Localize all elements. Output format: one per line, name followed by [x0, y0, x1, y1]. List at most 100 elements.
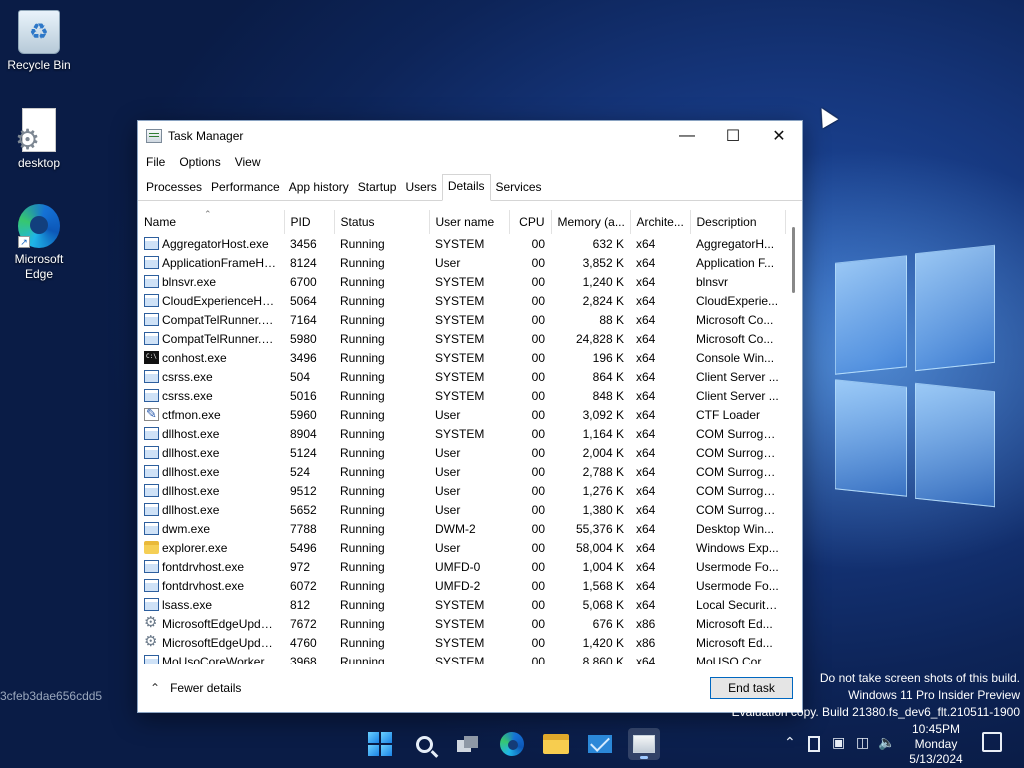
cell-memory: 2,824 K — [582, 293, 624, 308]
desktop-icon-edge[interactable]: ↗ Microsoft Edge — [1, 204, 77, 282]
menu-options[interactable]: Options — [174, 155, 225, 169]
tray-chevron-up-icon[interactable]: ⌃ — [784, 734, 796, 751]
notification-center-icon[interactable] — [982, 732, 1002, 752]
table-row[interactable]: dllhost.exe 5124 Running User 00 2,004 K x64 CO… — [138, 443, 785, 462]
column-header-pid[interactable]: PID — [284, 210, 335, 234]
table-row[interactable]: dllhost.exe 524 Running User 00 2,788 K x64 COM… — [138, 462, 785, 481]
title-bar[interactable]: Task Manager — ☐ ✕ — [138, 121, 802, 151]
table-row[interactable]: explorer.exe 5496 Running User 00 58,004 K x64… — [138, 538, 785, 557]
cell-pid: 5980 — [290, 331, 317, 346]
cell-user-name: SYSTEM — [435, 331, 485, 346]
cell-architecture: x64 — [636, 559, 656, 574]
column-header-architecture[interactable]: Archite... — [630, 210, 691, 234]
table-row[interactable]: ctfmon.exe 5960 Running User 00 3,092 K x64 CTF… — [138, 405, 785, 424]
table-row[interactable]: ApplicationFrameHo... 8124 Running User 00 3,… — [138, 253, 785, 272]
cell-description: blnsvr — [696, 274, 729, 289]
cell-status: Running — [340, 502, 385, 517]
column-header-status[interactable]: Status — [334, 210, 430, 234]
cell-status: Running — [340, 445, 385, 460]
tab-details[interactable]: Details — [441, 174, 491, 201]
desktop-icon-desktop-ini[interactable]: desktop — [1, 108, 77, 170]
tray-battery-icon[interactable] — [808, 736, 820, 752]
taskbar-explorer-button[interactable] — [540, 728, 572, 760]
cell-name: CloudExperienceHos... — [138, 291, 284, 310]
table-row[interactable]: csrss.exe 5016 Running SYSTEM 00 848 K x64 Clie… — [138, 386, 785, 405]
cell-description: Microsoft Ed... — [696, 635, 773, 650]
tray-network-icon[interactable]: ◫ — [856, 734, 869, 751]
table-row[interactable]: AggregatorHost.exe 3456 Running SYSTEM 00 632… — [138, 234, 785, 253]
table-row[interactable]: dwm.exe 7788 Running DWM-2 00 55,376 K x64 Desk… — [138, 519, 785, 538]
cell-architecture: x86 — [636, 635, 656, 650]
column-header-user-name[interactable]: User name — [429, 210, 510, 234]
menu-file[interactable]: File — [141, 155, 170, 169]
cell-user-name: SYSTEM — [435, 616, 485, 631]
taskbar-clock[interactable]: 10:45PM Monday 5/13/2024 — [900, 722, 972, 767]
table-row[interactable]: fontdrvhost.exe 972 Running UMFD-0 00 1,004 K… — [138, 557, 785, 576]
table-row[interactable]: MicrosoftEdgeUpdat... 4760 Running SYSTEM 00… — [138, 633, 785, 652]
table-row[interactable]: conhost.exe 3496 Running SYSTEM 00 196 K x64 Co… — [138, 348, 785, 367]
table-row[interactable]: csrss.exe 504 Running SYSTEM 00 864 K x64 Clien… — [138, 367, 785, 386]
column-header-memory[interactable]: Memory (a... — [551, 210, 631, 234]
cell-cpu: 00 — [531, 521, 545, 536]
taskbar-edge-button[interactable] — [496, 728, 528, 760]
table-row[interactable]: MicrosoftEdgeUpdat... 7672 Running SYSTEM 00… — [138, 614, 785, 633]
table-row[interactable]: lsass.exe 812 Running SYSTEM 00 5,068 K x64 Loc… — [138, 595, 785, 614]
search-button[interactable] — [408, 728, 440, 760]
fewer-details-link[interactable]: ⌃ Fewer details — [150, 681, 241, 695]
sort-ascending-icon: ⌃ — [204, 210, 212, 219]
cell-cpu: 00 — [531, 578, 545, 593]
cell-description: Client Server ... — [696, 369, 779, 384]
cell-pid: 972 — [290, 559, 311, 574]
taskbar-mail-button[interactable] — [584, 728, 616, 760]
table-row[interactable]: dllhost.exe 8904 Running SYSTEM 00 1,164 K x64… — [138, 424, 785, 443]
tray-camera-icon[interactable]: ▣ — [832, 734, 845, 751]
process-name: lsass.exe — [162, 597, 213, 612]
process-app-icon — [144, 521, 159, 535]
menu-view[interactable]: View — [230, 155, 266, 169]
taskbar-task-manager-button[interactable] — [628, 728, 660, 760]
column-header-cpu[interactable]: CPU — [509, 210, 552, 234]
cell-name: fontdrvhost.exe — [138, 576, 284, 595]
minimize-button[interactable]: — — [664, 121, 710, 151]
cell-memory: 5,068 K — [582, 597, 624, 612]
cell-name: MicrosoftEdgeUpdat... — [138, 633, 284, 652]
process-gear-icon — [144, 614, 159, 631]
tab-processes[interactable]: Processes — [142, 175, 206, 200]
cell-description: Microsoft Ed... — [696, 616, 773, 631]
table-row[interactable]: dllhost.exe 5652 Running User 00 1,380 K x64 CO… — [138, 500, 785, 519]
table-row[interactable]: CompatTelRunner.exe 5980 Running SYSTEM 00 24… — [138, 329, 785, 348]
cell-memory: 88 K — [599, 312, 624, 327]
window-title: Task Manager — [168, 129, 244, 143]
process-app-icon — [144, 331, 159, 345]
start-button[interactable] — [364, 728, 396, 760]
tab-performance[interactable]: Performance — [207, 175, 284, 200]
task-view-button[interactable] — [452, 728, 484, 760]
cell-architecture: x64 — [636, 331, 656, 346]
column-header-name[interactable]: ⌃ Name — [138, 210, 285, 234]
desktop-icon-recycle-bin[interactable]: Recycle Bin — [1, 10, 77, 72]
cell-cpu: 00 — [531, 293, 545, 308]
close-button[interactable]: ✕ — [756, 121, 802, 151]
cell-pid: 812 — [290, 597, 311, 612]
process-name: blnsvr.exe — [162, 274, 217, 289]
cell-architecture: x64 — [636, 502, 656, 517]
tab-startup[interactable]: Startup — [354, 175, 401, 200]
column-header-description[interactable]: Description — [690, 210, 786, 234]
tab-app-history[interactable]: App history — [285, 175, 353, 200]
table-row[interactable]: fontdrvhost.exe 6072 Running UMFD-2 00 1,568 … — [138, 576, 785, 595]
cell-status: Running — [340, 312, 385, 327]
table-row[interactable]: CloudExperienceHos... 5064 Running SYSTEM 00… — [138, 291, 785, 310]
maximize-button[interactable]: ☐ — [710, 121, 756, 151]
details-grid[interactable]: ⌃ Name PID Status User name CPU Memory (a… — [138, 210, 802, 664]
table-row[interactable]: dllhost.exe 9512 Running User 00 1,276 K x64 CO… — [138, 481, 785, 500]
task-manager-window[interactable]: Task Manager — ☐ ✕ File Options View Pro… — [137, 120, 803, 713]
table-row[interactable]: blnsvr.exe 6700 Running SYSTEM 00 1,240 K x64 b… — [138, 272, 785, 291]
tab-users[interactable]: Users — [401, 175, 440, 200]
vertical-scrollbar[interactable] — [788, 215, 800, 663]
cell-pid: 504 — [290, 369, 311, 384]
tray-volume-muted-icon[interactable]: 🔈 — [878, 734, 895, 751]
scrollbar-thumb[interactable] — [792, 227, 795, 293]
table-row[interactable]: CompatTelRunner.exe 7164 Running SYSTEM 00 88… — [138, 310, 785, 329]
tab-services[interactable]: Services — [492, 175, 546, 200]
cell-description: Usermode Fo... — [696, 578, 779, 593]
